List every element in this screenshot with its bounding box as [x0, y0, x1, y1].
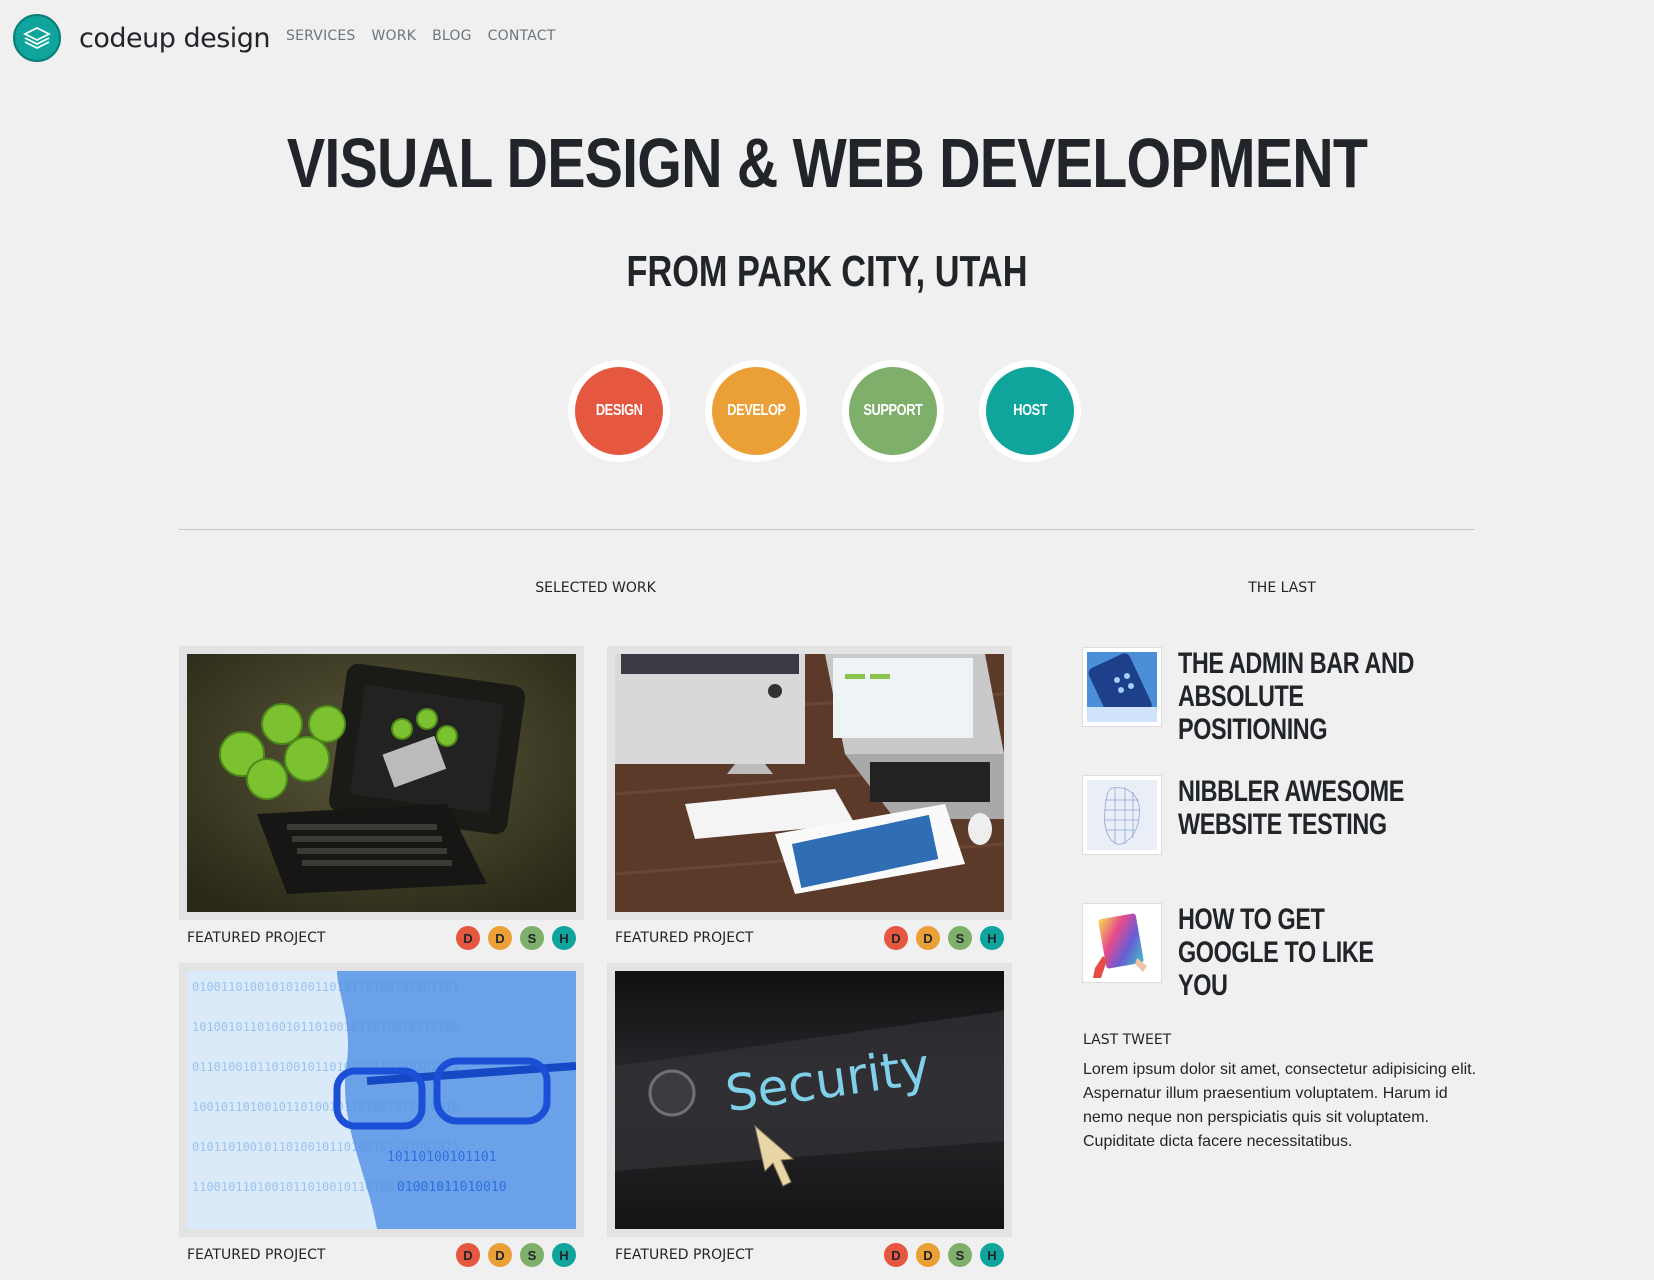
service-support-circle: SUPPORT — [849, 367, 937, 455]
tag-design-dot[interactable]: D — [884, 1243, 908, 1267]
work-card-image-link[interactable] — [179, 646, 584, 920]
tag-develop-dot[interactable]: D — [916, 1243, 940, 1267]
tag-design-dot[interactable]: D — [884, 926, 908, 950]
the-last-heading: THE LAST — [1248, 580, 1316, 596]
post-title: THE ADMIN BAR AND ABSOLUTE POSITIONING — [1178, 647, 1415, 746]
service-develop-circle: DEVELOP — [712, 367, 800, 455]
work-card-label: FEATURED PROJECT — [615, 930, 754, 946]
tag-support-dot[interactable]: S — [520, 926, 544, 950]
work-card-footer: FEATURED PROJECT D D S H — [607, 920, 1012, 956]
tag-dots: D D S H — [456, 926, 576, 950]
tag-host-dot[interactable]: H — [980, 1243, 1004, 1267]
brand-link[interactable]: codeup design — [13, 14, 271, 62]
work-card-footer: FEATURED PROJECT D D S H — [179, 1237, 584, 1273]
service-label: HOST — [1013, 402, 1047, 419]
tag-host-dot[interactable]: H — [552, 926, 576, 950]
services-row: DESIGN DEVELOP SUPPORT HOST — [568, 360, 1081, 462]
work-card-label: FEATURED PROJECT — [187, 930, 326, 946]
tag-dots: D D S H — [456, 1243, 576, 1267]
tag-host-dot[interactable]: H — [552, 1243, 576, 1267]
svg-text:01001011010010: 01001011010010 — [397, 1180, 507, 1195]
tag-support-dot[interactable]: S — [948, 1243, 972, 1267]
nav-link-blog[interactable]: BLOG — [432, 28, 472, 44]
blog-post-link[interactable]: HOW TO GET GOOGLE TO LIKE YOU — [1082, 903, 1482, 1002]
post-thumbnail — [1082, 903, 1162, 983]
work-card: FEATURED PROJECT D D S H — [607, 646, 1012, 956]
service-label: DESIGN — [595, 402, 643, 419]
service-design-circle: DESIGN — [575, 367, 663, 455]
service-design-button[interactable]: DESIGN — [568, 360, 670, 462]
service-label: SUPPORT — [863, 402, 923, 419]
post-thumbnail — [1082, 647, 1162, 727]
post-title: HOW TO GET GOOGLE TO LIKE YOU — [1178, 903, 1374, 1002]
service-support-button[interactable]: SUPPORT — [842, 360, 944, 462]
security-screen-photo: Security — [615, 971, 1004, 1229]
work-card: 0100110100101010011010110100101001101 10… — [179, 963, 584, 1273]
post-thumbnail — [1082, 775, 1162, 855]
tag-support-dot[interactable]: S — [948, 926, 972, 950]
selected-work-heading: SELECTED WORK — [535, 580, 656, 596]
brand-name: codeup design — [79, 22, 271, 54]
service-label: DEVELOP — [726, 402, 786, 419]
nav-link-work[interactable]: WORK — [372, 28, 417, 44]
tag-develop-dot[interactable]: D — [488, 1243, 512, 1267]
service-host-button[interactable]: HOST — [979, 360, 1081, 462]
blog-post-link[interactable]: THE ADMIN BAR AND ABSOLUTE POSITIONING — [1082, 647, 1482, 746]
hero-subtitle: FROM PARK CITY, UTAH — [626, 247, 1028, 296]
work-card-footer: FEATURED PROJECT D D S H — [607, 1237, 1012, 1273]
binary-face-photo: 0100110100101010011010110100101001101 10… — [187, 971, 576, 1229]
service-host-circle: HOST — [986, 367, 1074, 455]
tag-dots: D D S H — [884, 926, 1004, 950]
work-card-footer: FEATURED PROJECT D D S H — [179, 920, 584, 956]
section-divider — [179, 529, 1475, 530]
tag-develop-dot[interactable]: D — [916, 926, 940, 950]
blog-post-link[interactable]: NIBBLER AWESOME WEBSITE TESTING — [1082, 775, 1482, 855]
last-tweet-label: LAST TWEET — [1083, 1032, 1172, 1048]
work-card-image-link[interactable] — [607, 646, 1012, 920]
work-card-label: FEATURED PROJECT — [615, 1247, 754, 1263]
last-tweet-text: Lorem ipsum dolor sit amet, consectetur … — [1083, 1061, 1477, 1150]
wireframe-face-thumb — [1087, 780, 1157, 850]
colorful-tablet-thumb — [1087, 908, 1157, 978]
work-card: Security FEATURED PROJECT D D S H — [607, 963, 1012, 1273]
tag-support-dot[interactable]: S — [520, 1243, 544, 1267]
top-nav: codeup design SERVICES WORK BLOG CONTACT — [0, 0, 1654, 80]
svg-text:10110100101101: 10110100101101 — [387, 1150, 497, 1165]
work-card: FEATURED PROJECT D D S H — [179, 646, 584, 956]
work-card-image-link[interactable]: Security — [607, 963, 1012, 1237]
work-card-image-link[interactable]: 0100110100101010011010110100101001101 10… — [179, 963, 584, 1237]
nav-link-services[interactable]: SERVICES — [286, 28, 356, 44]
tag-design-dot[interactable]: D — [456, 1243, 480, 1267]
nav-link-contact[interactable]: CONTACT — [488, 28, 556, 44]
hero-title: VISUAL DESIGN & WEB DEVELOPMENT — [286, 124, 1368, 202]
stacked-layers-icon — [13, 14, 61, 62]
work-card-label: FEATURED PROJECT — [187, 1247, 326, 1263]
nav-links: SERVICES WORK BLOG CONTACT — [286, 28, 555, 44]
tag-dots: D D S H — [884, 1243, 1004, 1267]
tag-develop-dot[interactable]: D — [488, 926, 512, 950]
tag-host-dot[interactable]: H — [980, 926, 1004, 950]
post-title: NIBBLER AWESOME WEBSITE TESTING — [1178, 775, 1404, 841]
tag-design-dot[interactable]: D — [456, 926, 480, 950]
service-develop-button[interactable]: DEVELOP — [705, 360, 807, 462]
tablet-apples-photo — [187, 654, 576, 912]
desk-devices-photo — [615, 654, 1004, 912]
phone-apps-thumb — [1087, 652, 1157, 722]
